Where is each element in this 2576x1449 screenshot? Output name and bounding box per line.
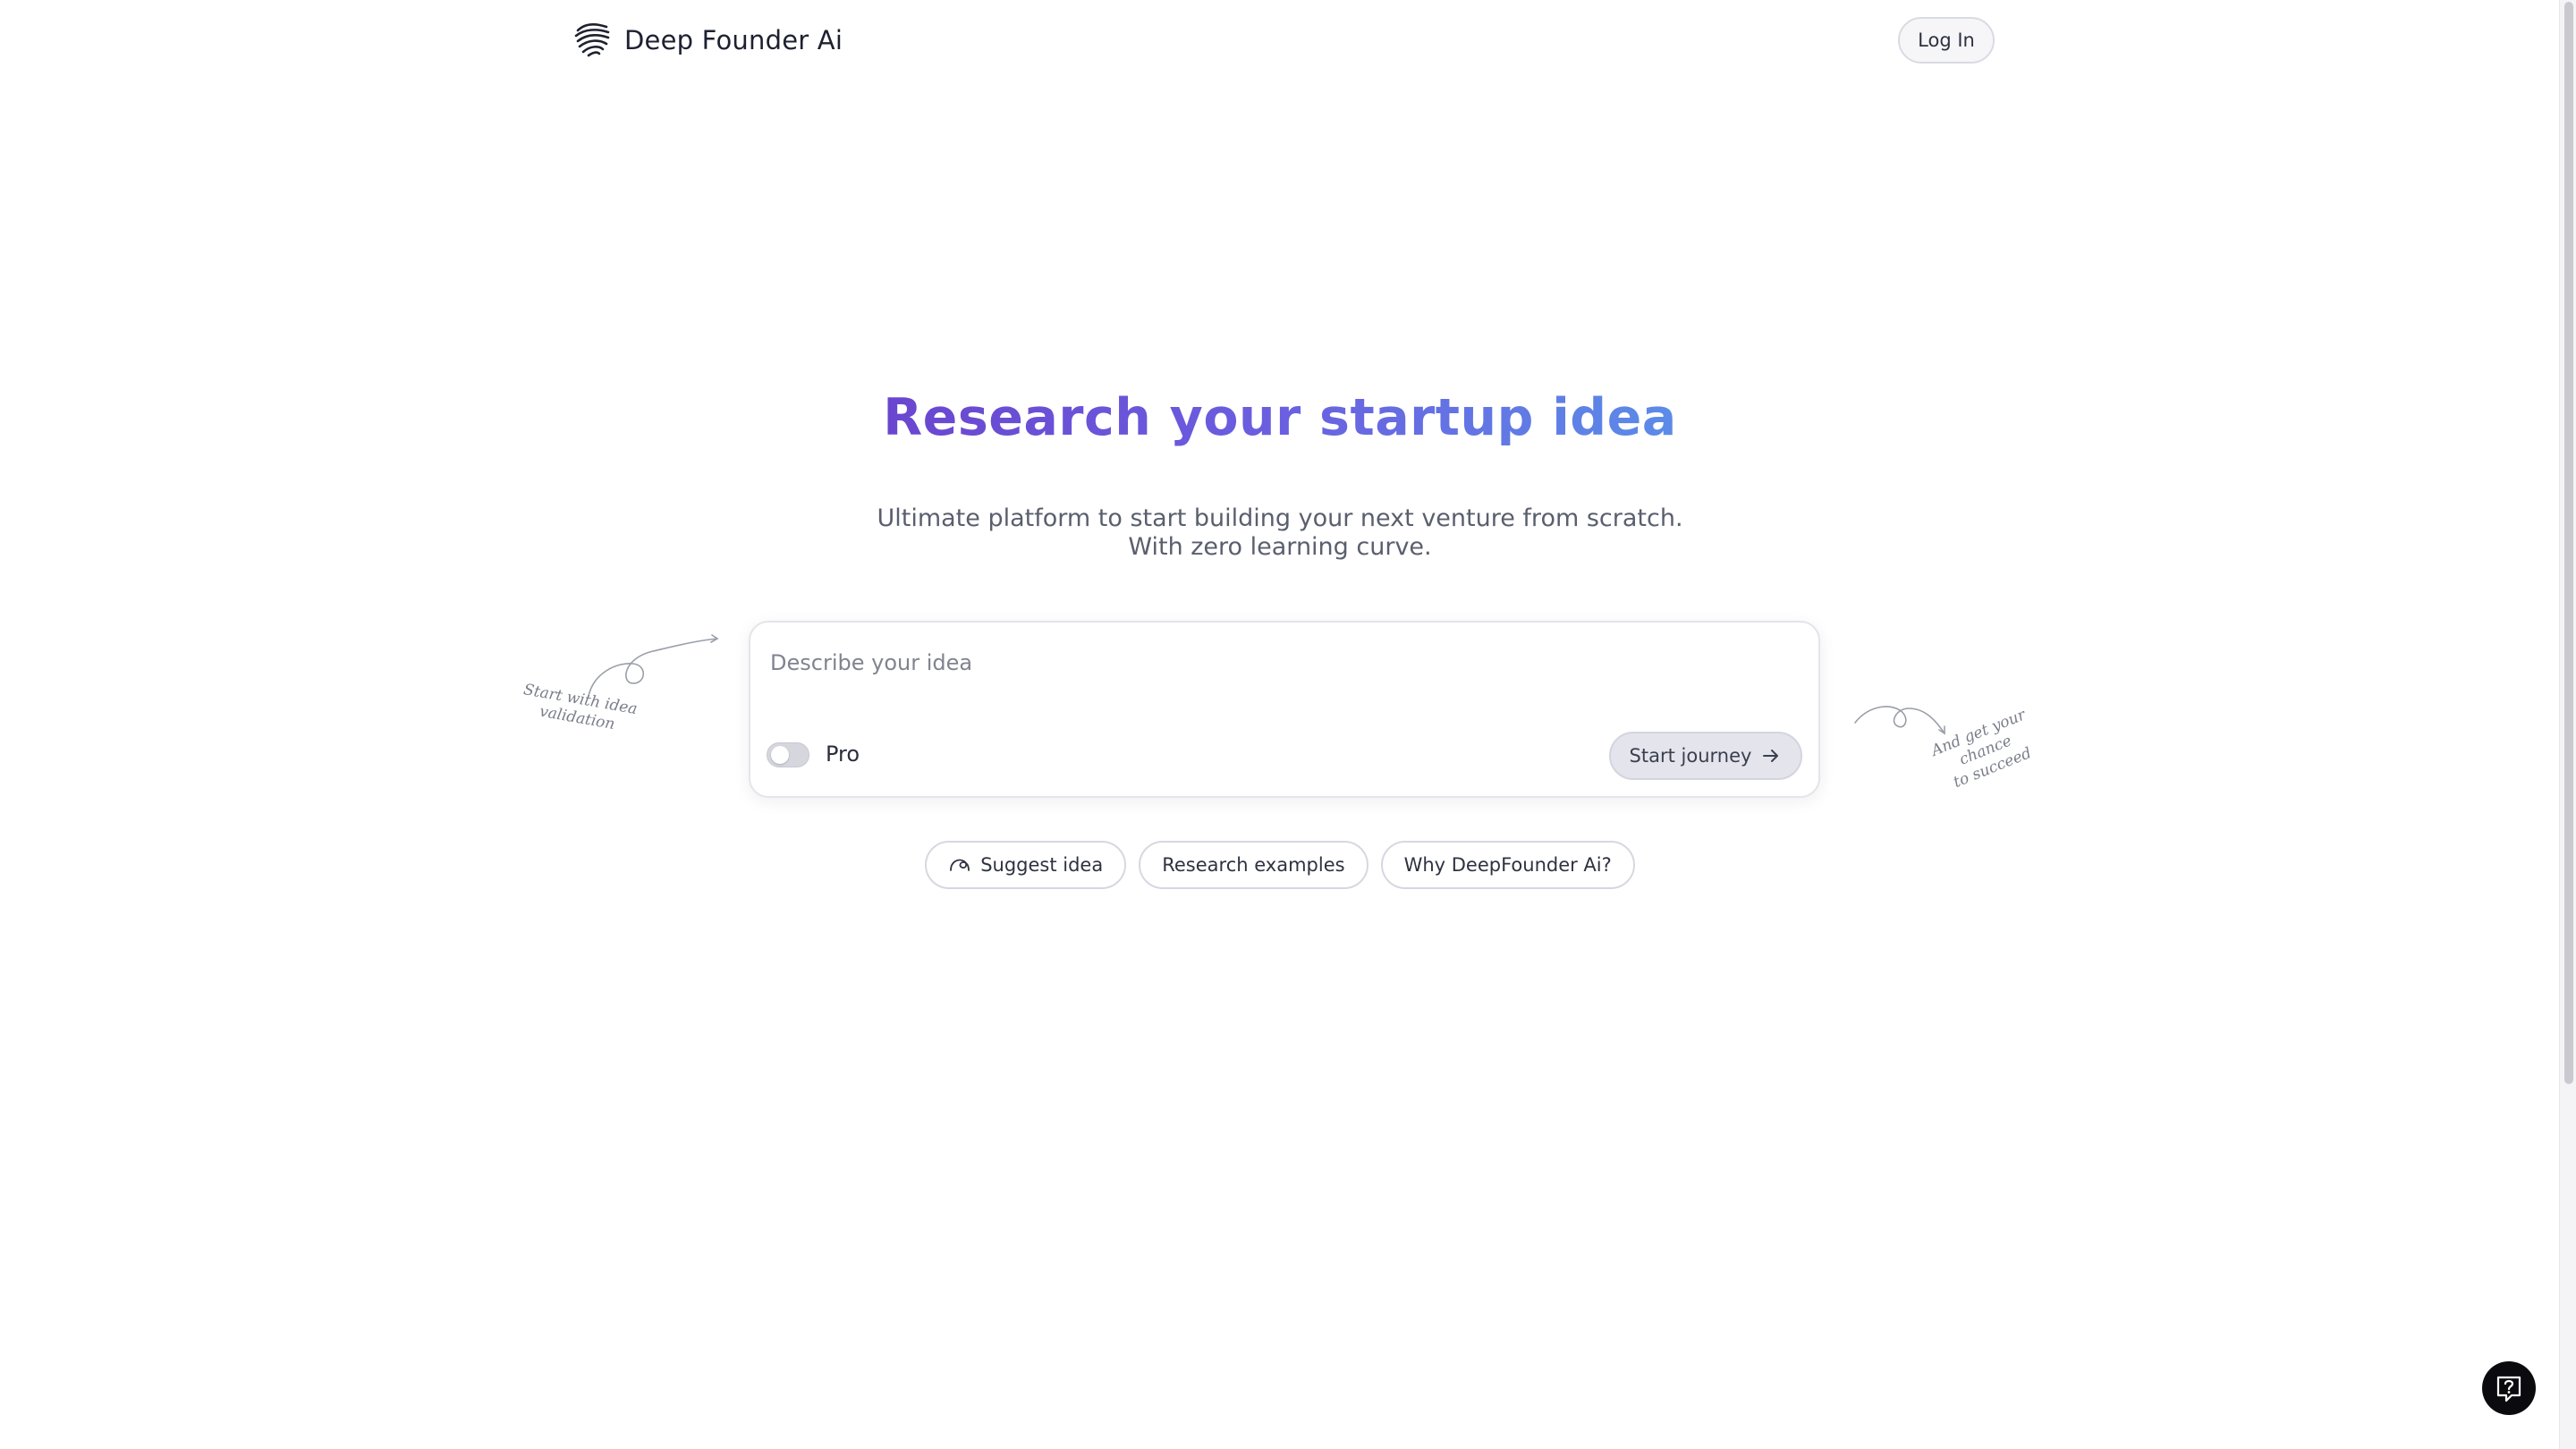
left-doodle-arrow <box>588 634 719 697</box>
suggestion-chips: Suggest idea Research examples Why DeepF… <box>0 841 2560 889</box>
login-button[interactable]: Log In <box>1898 17 1995 64</box>
arrow-right-icon <box>1763 750 1779 762</box>
hero-subtitle: Ultimate platform to start building your… <box>877 504 1683 561</box>
research-examples-button[interactable]: Research examples <box>1139 841 1368 889</box>
hero-title: Research your startup idea <box>0 388 2560 447</box>
start-journey-label: Start journey <box>1629 745 1752 767</box>
layered-waves-logo-icon <box>574 23 610 57</box>
scrollbar-thumb[interactable] <box>2564 2 2573 1084</box>
suggest-idea-label: Suggest idea <box>980 854 1104 876</box>
why-deepfounder-label: Why DeepFounder Ai? <box>1403 854 1612 876</box>
pro-toggle-knob <box>771 746 789 764</box>
hero-title-text: Research your startup idea <box>883 388 1677 447</box>
start-journey-button[interactable]: Start journey <box>1609 732 1802 780</box>
suggest-idea-button[interactable]: Suggest idea <box>925 841 1127 889</box>
help-question-icon <box>2496 1376 2521 1402</box>
research-examples-label: Research examples <box>1162 854 1345 876</box>
sparkle-loop-icon <box>950 859 970 871</box>
idea-input-card: Pro Start journey <box>749 621 1820 798</box>
page-scrollbar[interactable] <box>2559 0 2576 1449</box>
idea-input[interactable] <box>768 644 1801 682</box>
brand-name: Deep Founder Ai <box>624 25 843 55</box>
help-button[interactable] <box>2482 1361 2536 1415</box>
page: Deep Founder Ai Log In Research your sta… <box>0 0 2576 1449</box>
pro-label: Pro <box>826 741 860 767</box>
why-deepfounder-button[interactable]: Why DeepFounder Ai? <box>1380 841 1635 889</box>
brand[interactable]: Deep Founder Ai <box>572 20 843 61</box>
pro-toggle[interactable] <box>767 742 809 767</box>
